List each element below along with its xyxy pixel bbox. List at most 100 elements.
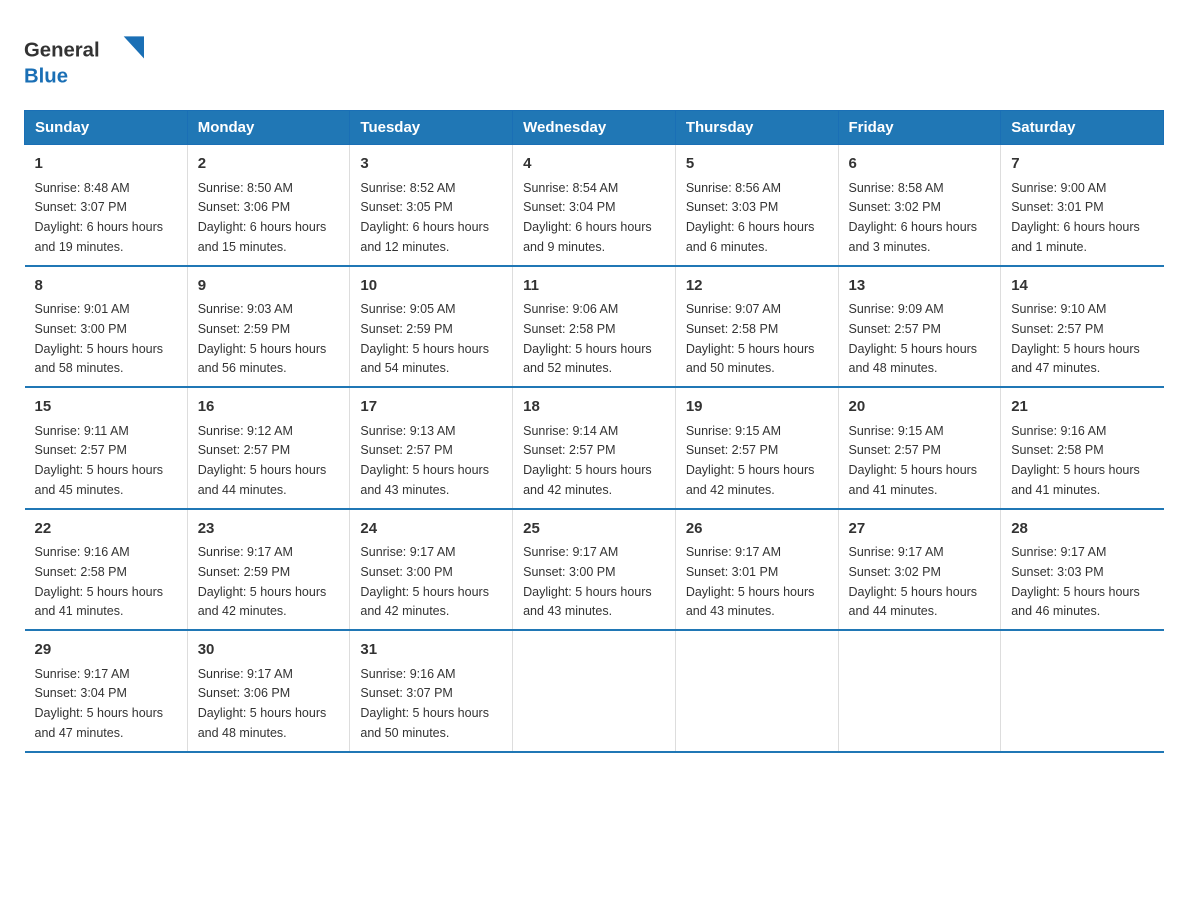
col-header-thursday: Thursday <box>675 111 838 145</box>
day-info: Sunrise: 8:50 AMSunset: 3:06 PMDaylight:… <box>198 181 327 254</box>
day-info: Sunrise: 9:01 AMSunset: 3:00 PMDaylight:… <box>35 302 164 375</box>
day-info: Sunrise: 8:48 AMSunset: 3:07 PMDaylight:… <box>35 181 164 254</box>
week-row-1: 1 Sunrise: 8:48 AMSunset: 3:07 PMDayligh… <box>25 145 1164 266</box>
calendar-body: 1 Sunrise: 8:48 AMSunset: 3:07 PMDayligh… <box>25 145 1164 752</box>
day-cell: 15 Sunrise: 9:11 AMSunset: 2:57 PMDaylig… <box>25 387 188 509</box>
day-cell: 5 Sunrise: 8:56 AMSunset: 3:03 PMDayligh… <box>675 145 838 266</box>
day-cell: 26 Sunrise: 9:17 AMSunset: 3:01 PMDaylig… <box>675 509 838 631</box>
day-info: Sunrise: 9:17 AMSunset: 3:03 PMDaylight:… <box>1011 545 1140 618</box>
day-info: Sunrise: 9:17 AMSunset: 3:01 PMDaylight:… <box>686 545 815 618</box>
day-number: 3 <box>360 153 502 176</box>
day-number: 5 <box>686 153 828 176</box>
day-number: 13 <box>849 275 991 298</box>
day-cell <box>513 630 676 752</box>
day-cell: 1 Sunrise: 8:48 AMSunset: 3:07 PMDayligh… <box>25 145 188 266</box>
col-header-tuesday: Tuesday <box>350 111 513 145</box>
day-cell: 22 Sunrise: 9:16 AMSunset: 2:58 PMDaylig… <box>25 509 188 631</box>
day-cell: 24 Sunrise: 9:17 AMSunset: 3:00 PMDaylig… <box>350 509 513 631</box>
day-number: 16 <box>198 396 340 419</box>
day-number: 10 <box>360 275 502 298</box>
day-info: Sunrise: 9:11 AMSunset: 2:57 PMDaylight:… <box>35 424 164 497</box>
logo: General Blue <box>24 24 144 94</box>
day-cell: 11 Sunrise: 9:06 AMSunset: 2:58 PMDaylig… <box>513 266 676 388</box>
day-cell: 16 Sunrise: 9:12 AMSunset: 2:57 PMDaylig… <box>187 387 350 509</box>
day-cell: 14 Sunrise: 9:10 AMSunset: 2:57 PMDaylig… <box>1001 266 1164 388</box>
day-number: 26 <box>686 518 828 541</box>
day-number: 27 <box>849 518 991 541</box>
day-info: Sunrise: 9:03 AMSunset: 2:59 PMDaylight:… <box>198 302 327 375</box>
col-header-wednesday: Wednesday <box>513 111 676 145</box>
day-info: Sunrise: 9:13 AMSunset: 2:57 PMDaylight:… <box>360 424 489 497</box>
week-row-2: 8 Sunrise: 9:01 AMSunset: 3:00 PMDayligh… <box>25 266 1164 388</box>
day-cell: 3 Sunrise: 8:52 AMSunset: 3:05 PMDayligh… <box>350 145 513 266</box>
day-info: Sunrise: 9:17 AMSunset: 3:02 PMDaylight:… <box>849 545 978 618</box>
day-info: Sunrise: 9:16 AMSunset: 2:58 PMDaylight:… <box>35 545 164 618</box>
page-header: General Blue <box>24 24 1164 94</box>
day-info: Sunrise: 9:07 AMSunset: 2:58 PMDaylight:… <box>686 302 815 375</box>
logo-svg: General Blue <box>24 24 144 94</box>
day-info: Sunrise: 9:10 AMSunset: 2:57 PMDaylight:… <box>1011 302 1140 375</box>
day-cell <box>1001 630 1164 752</box>
day-cell: 19 Sunrise: 9:15 AMSunset: 2:57 PMDaylig… <box>675 387 838 509</box>
day-cell: 17 Sunrise: 9:13 AMSunset: 2:57 PMDaylig… <box>350 387 513 509</box>
day-info: Sunrise: 9:05 AMSunset: 2:59 PMDaylight:… <box>360 302 489 375</box>
day-number: 11 <box>523 275 665 298</box>
day-info: Sunrise: 8:52 AMSunset: 3:05 PMDaylight:… <box>360 181 489 254</box>
day-cell: 25 Sunrise: 9:17 AMSunset: 3:00 PMDaylig… <box>513 509 676 631</box>
col-header-saturday: Saturday <box>1001 111 1164 145</box>
day-info: Sunrise: 9:17 AMSunset: 3:00 PMDaylight:… <box>523 545 652 618</box>
day-number: 1 <box>35 153 177 176</box>
day-number: 7 <box>1011 153 1153 176</box>
day-number: 14 <box>1011 275 1153 298</box>
day-number: 9 <box>198 275 340 298</box>
day-cell: 30 Sunrise: 9:17 AMSunset: 3:06 PMDaylig… <box>187 630 350 752</box>
day-number: 12 <box>686 275 828 298</box>
week-row-3: 15 Sunrise: 9:11 AMSunset: 2:57 PMDaylig… <box>25 387 1164 509</box>
day-cell: 9 Sunrise: 9:03 AMSunset: 2:59 PMDayligh… <box>187 266 350 388</box>
day-info: Sunrise: 9:06 AMSunset: 2:58 PMDaylight:… <box>523 302 652 375</box>
day-number: 17 <box>360 396 502 419</box>
day-info: Sunrise: 8:58 AMSunset: 3:02 PMDaylight:… <box>849 181 978 254</box>
col-header-friday: Friday <box>838 111 1001 145</box>
day-cell: 12 Sunrise: 9:07 AMSunset: 2:58 PMDaylig… <box>675 266 838 388</box>
day-cell: 28 Sunrise: 9:17 AMSunset: 3:03 PMDaylig… <box>1001 509 1164 631</box>
day-cell: 7 Sunrise: 9:00 AMSunset: 3:01 PMDayligh… <box>1001 145 1164 266</box>
svg-text:Blue: Blue <box>24 66 68 88</box>
day-number: 18 <box>523 396 665 419</box>
header-row: SundayMondayTuesdayWednesdayThursdayFrid… <box>25 111 1164 145</box>
day-info: Sunrise: 8:56 AMSunset: 3:03 PMDaylight:… <box>686 181 815 254</box>
day-info: Sunrise: 9:15 AMSunset: 2:57 PMDaylight:… <box>686 424 815 497</box>
day-cell: 20 Sunrise: 9:15 AMSunset: 2:57 PMDaylig… <box>838 387 1001 509</box>
day-cell <box>675 630 838 752</box>
day-info: Sunrise: 9:09 AMSunset: 2:57 PMDaylight:… <box>849 302 978 375</box>
day-info: Sunrise: 9:15 AMSunset: 2:57 PMDaylight:… <box>849 424 978 497</box>
day-cell: 13 Sunrise: 9:09 AMSunset: 2:57 PMDaylig… <box>838 266 1001 388</box>
day-cell: 2 Sunrise: 8:50 AMSunset: 3:06 PMDayligh… <box>187 145 350 266</box>
day-cell: 10 Sunrise: 9:05 AMSunset: 2:59 PMDaylig… <box>350 266 513 388</box>
day-number: 8 <box>35 275 177 298</box>
day-cell: 29 Sunrise: 9:17 AMSunset: 3:04 PMDaylig… <box>25 630 188 752</box>
svg-text:General: General <box>24 40 100 62</box>
day-number: 31 <box>360 639 502 662</box>
day-cell: 27 Sunrise: 9:17 AMSunset: 3:02 PMDaylig… <box>838 509 1001 631</box>
day-info: Sunrise: 9:14 AMSunset: 2:57 PMDaylight:… <box>523 424 652 497</box>
day-info: Sunrise: 9:12 AMSunset: 2:57 PMDaylight:… <box>198 424 327 497</box>
day-info: Sunrise: 9:16 AMSunset: 2:58 PMDaylight:… <box>1011 424 1140 497</box>
day-cell <box>838 630 1001 752</box>
day-info: Sunrise: 9:17 AMSunset: 3:04 PMDaylight:… <box>35 667 164 740</box>
calendar-header: SundayMondayTuesdayWednesdayThursdayFrid… <box>25 111 1164 145</box>
day-number: 19 <box>686 396 828 419</box>
day-cell: 8 Sunrise: 9:01 AMSunset: 3:00 PMDayligh… <box>25 266 188 388</box>
day-number: 29 <box>35 639 177 662</box>
col-header-sunday: Sunday <box>25 111 188 145</box>
day-number: 2 <box>198 153 340 176</box>
col-header-monday: Monday <box>187 111 350 145</box>
calendar-table: SundayMondayTuesdayWednesdayThursdayFrid… <box>24 110 1164 753</box>
day-number: 28 <box>1011 518 1153 541</box>
day-number: 21 <box>1011 396 1153 419</box>
day-cell: 21 Sunrise: 9:16 AMSunset: 2:58 PMDaylig… <box>1001 387 1164 509</box>
day-cell: 4 Sunrise: 8:54 AMSunset: 3:04 PMDayligh… <box>513 145 676 266</box>
day-number: 24 <box>360 518 502 541</box>
day-number: 6 <box>849 153 991 176</box>
day-info: Sunrise: 8:54 AMSunset: 3:04 PMDaylight:… <box>523 181 652 254</box>
